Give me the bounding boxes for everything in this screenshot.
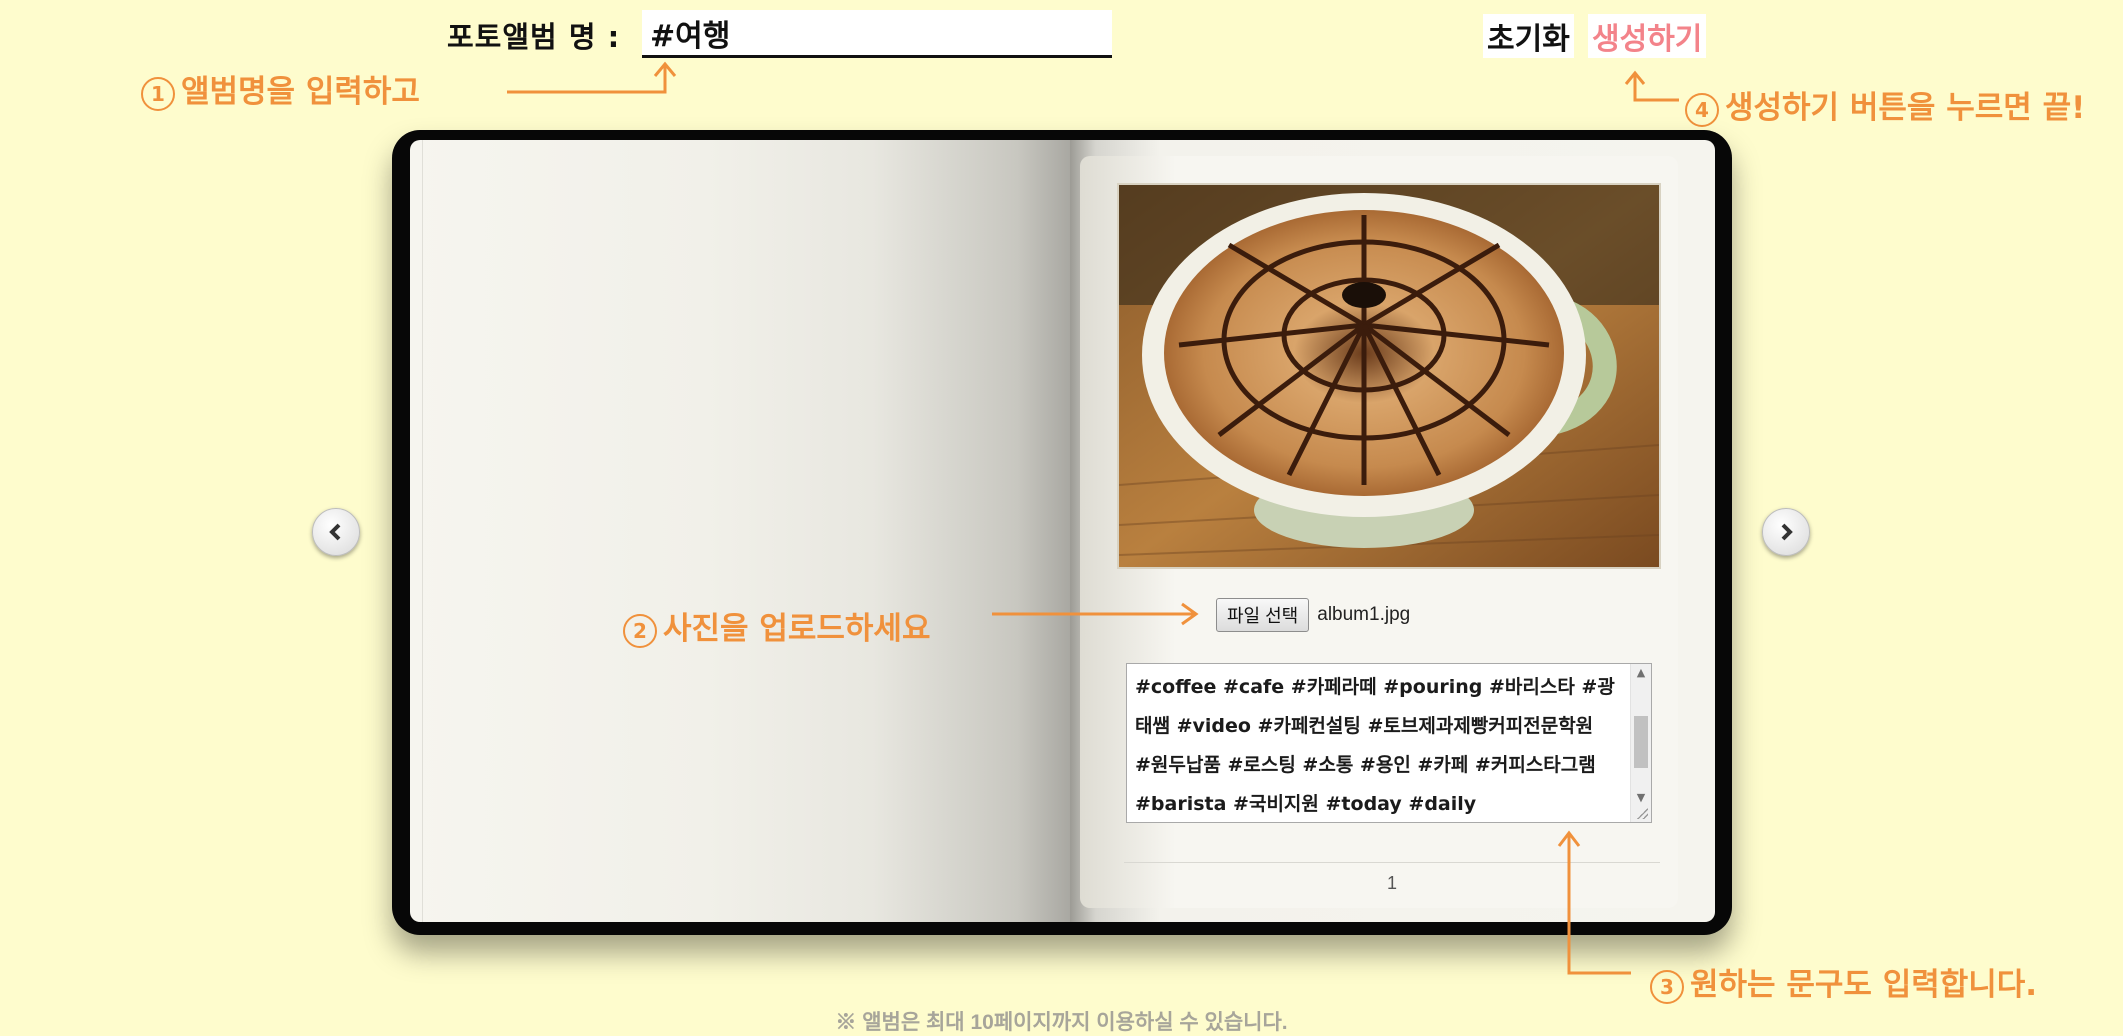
latte-photo-image [1119, 185, 1659, 567]
chevron-right-icon [1781, 523, 1793, 541]
arrow-to-file-button [992, 602, 1199, 626]
hint-step-4: 4 생성하기 버튼을 누르면 끝! [1685, 82, 2085, 127]
caption-scrollbar[interactable]: ▲ ▼ [1630, 664, 1651, 822]
caption-textarea[interactable]: #coffee #cafe #카페라떼 #pouring #바리스타 #광태쌤 … [1126, 663, 1652, 823]
arrow-to-album-input [507, 61, 677, 94]
hint-step-1: 1 앨범명을 입력하고 [141, 66, 420, 111]
resize-handle-icon[interactable] [1637, 808, 1648, 819]
choose-file-button[interactable]: 파일 선택 [1216, 598, 1310, 632]
chevron-left-icon [329, 523, 341, 541]
selected-file-name: album1.jpg [1317, 604, 1411, 625]
file-upload-row: 파일 선택 album1.jpg [1216, 598, 1410, 632]
step-2-number: 2 [623, 613, 657, 648]
reset-button[interactable]: 초기화 [1483, 14, 1574, 58]
hint-step-2-text: 사진을 업로드하세요 [663, 611, 931, 647]
album-photo [1117, 183, 1661, 569]
step-4-number: 4 [1685, 92, 1719, 127]
arrow-to-create-button [1624, 70, 1679, 102]
hint-step-3: 3 원하는 문구도 입력합니다. [1650, 959, 2037, 1004]
step-3-number: 3 [1650, 969, 1684, 1004]
previous-page-button[interactable] [312, 508, 360, 556]
scroll-up-icon[interactable]: ▲ [1631, 666, 1651, 679]
arrow-to-caption [1557, 830, 1631, 975]
hint-step-3-text: 원하는 문구도 입력합니다. [1690, 967, 2038, 1003]
album-name-input[interactable] [642, 10, 1112, 58]
next-page-button[interactable] [1762, 508, 1810, 556]
album-left-page [410, 140, 1070, 922]
scroll-down-icon[interactable]: ▼ [1631, 791, 1651, 804]
hint-step-2: 2 사진을 업로드하세요 [623, 603, 930, 648]
caption-text: #coffee #cafe #카페라떼 #pouring #바리스타 #광태쌤 … [1135, 676, 1615, 815]
create-button[interactable]: 생성하기 [1588, 14, 1707, 58]
step-1-number: 1 [141, 76, 175, 111]
hint-step-1-text: 앨범명을 입력하고 [181, 74, 420, 110]
footer-note: ※ 앨범은 최대 10페이지까지 이용하실 수 있습니다. [835, 1011, 1288, 1034]
hint-step-4-text: 생성하기 버튼을 누르면 끝! [1725, 90, 2086, 126]
album-name-label: 포토앨범 명 : [447, 20, 621, 54]
page-number: 1 [1386, 873, 1397, 893]
scroll-thumb[interactable] [1634, 716, 1648, 768]
